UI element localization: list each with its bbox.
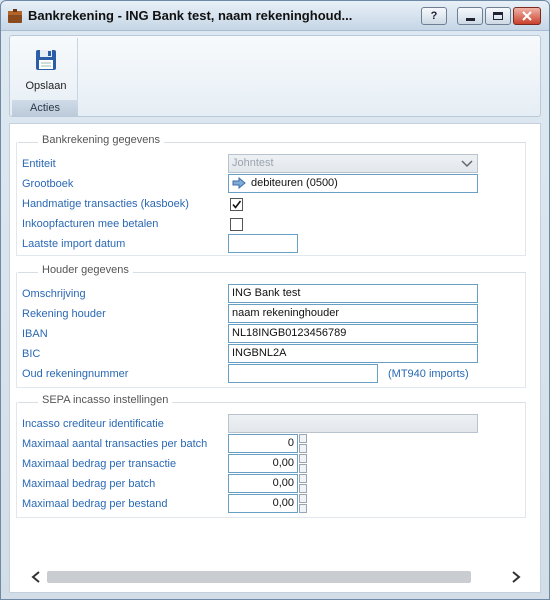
help-icon: ? (430, 10, 438, 22)
grootboek-field[interactable]: debiteuren (0500) (228, 174, 478, 193)
max-bedrag-batch-label: Maximaal bedrag per batch (22, 478, 156, 490)
maximize-button[interactable] (485, 7, 511, 25)
import-datum-label: Laatste import datum (22, 238, 126, 250)
max-bedrag-bestand-label: Maximaal bedrag per bestand (22, 498, 168, 510)
entiteit-select: Johntest (228, 154, 478, 173)
dialog-window: Bankrekening - ING Bank test, naam reken… (0, 0, 550, 600)
bic-field[interactable]: INGBNL2A (228, 344, 478, 363)
omschrijving-label: Omschrijving (22, 288, 86, 300)
bank-section: Bankrekening gegevens (18, 134, 526, 146)
app-icon (8, 9, 22, 23)
horizontal-scrollbar[interactable] (9, 563, 541, 591)
rekening-houder-field[interactable]: naam rekeninghouder (228, 304, 478, 323)
oud-rekeningnummer-field[interactable] (228, 364, 378, 383)
houder-section-title: Houder gegevens (38, 264, 133, 276)
ribbon-toolbar: Opslaan Acties (9, 35, 541, 117)
maximize-icon (493, 12, 503, 20)
max-bedrag-batch-spinner[interactable] (299, 474, 307, 493)
max-transacties-batch-spinner[interactable] (299, 434, 307, 453)
spin-down-icon[interactable] (299, 444, 307, 453)
ribbon-group-label: Acties (12, 100, 78, 116)
inkoop-checkbox[interactable] (230, 218, 243, 231)
import-datum-field[interactable] (228, 234, 298, 253)
max-transacties-batch-field[interactable]: 0 (228, 434, 298, 453)
checkmark-icon (232, 200, 242, 209)
floppy-disk-icon (36, 50, 56, 70)
mt940-hint: (MT940 imports) (388, 368, 469, 380)
entiteit-value: Johntest (232, 157, 274, 169)
max-bedrag-transactie-spinner[interactable] (299, 454, 307, 473)
minimize-button[interactable] (457, 7, 483, 25)
spin-up-icon[interactable] (299, 474, 307, 483)
sepa-section: SEPA incasso instellingen (18, 394, 526, 406)
crediteur-id-label: Incasso crediteur identificatie (22, 418, 164, 430)
close-icon (522, 11, 532, 21)
spin-down-icon[interactable] (299, 464, 307, 473)
max-bedrag-batch-field[interactable]: 0,00 (228, 474, 298, 493)
max-bedrag-bestand-field[interactable]: 0,00 (228, 494, 298, 513)
save-button[interactable]: Opslaan (16, 42, 76, 94)
ribbon-group-acties: Opslaan Acties (12, 38, 78, 116)
rekening-houder-label: Rekening houder (22, 308, 106, 320)
entiteit-label: Entiteit (22, 158, 56, 170)
chevron-right-icon[interactable] (511, 571, 521, 583)
spin-down-icon[interactable] (299, 484, 307, 493)
max-bedrag-transactie-label: Maximaal bedrag per transactie (22, 458, 177, 470)
crediteur-id-field (228, 414, 478, 433)
form-panel: Bankrekening gegevens Entiteit Johntest … (9, 123, 541, 593)
grootboek-label: Grootboek (22, 178, 74, 190)
title-bar[interactable]: Bankrekening - ING Bank test, naam reken… (1, 1, 549, 31)
bic-label: BIC (22, 348, 41, 360)
handmatig-label: Handmatige transacties (kasboek) (22, 198, 189, 210)
window-title: Bankrekening - ING Bank test, naam reken… (28, 8, 353, 23)
oud-rekeningnummer-label: Oud rekeningnummer (22, 368, 129, 380)
chevron-down-icon (461, 160, 473, 168)
iban-label: IBAN (22, 328, 48, 340)
sepa-section-title: SEPA incasso instellingen (38, 394, 173, 406)
spin-up-icon[interactable] (299, 494, 307, 503)
handmatig-checkbox[interactable] (230, 198, 243, 211)
minimize-icon (465, 17, 475, 21)
iban-field[interactable]: NL18INGB0123456789 (228, 324, 478, 343)
max-bedrag-transactie-field[interactable]: 0,00 (228, 454, 298, 473)
max-transacties-batch-label: Maximaal aantal transacties per batch (22, 438, 208, 450)
scrollbar-thumb[interactable] (47, 571, 471, 583)
grootboek-value: debiteuren (0500) (251, 177, 338, 189)
chevron-left-icon[interactable] (31, 571, 41, 583)
arrow-right-icon (232, 177, 246, 189)
save-button-label: Opslaan (25, 80, 67, 92)
omschrijving-field[interactable]: ING Bank test (228, 284, 478, 303)
spin-up-icon[interactable] (299, 454, 307, 463)
close-button[interactable] (513, 7, 541, 25)
max-bedrag-bestand-spinner[interactable] (299, 494, 307, 513)
inkoop-label: Inkoopfacturen mee betalen (22, 218, 159, 230)
spin-down-icon[interactable] (299, 504, 307, 513)
bank-section-title: Bankrekening gegevens (38, 134, 165, 146)
help-button[interactable]: ? (421, 7, 447, 25)
houder-section: Houder gegevens (18, 264, 526, 276)
spin-up-icon[interactable] (299, 434, 307, 443)
